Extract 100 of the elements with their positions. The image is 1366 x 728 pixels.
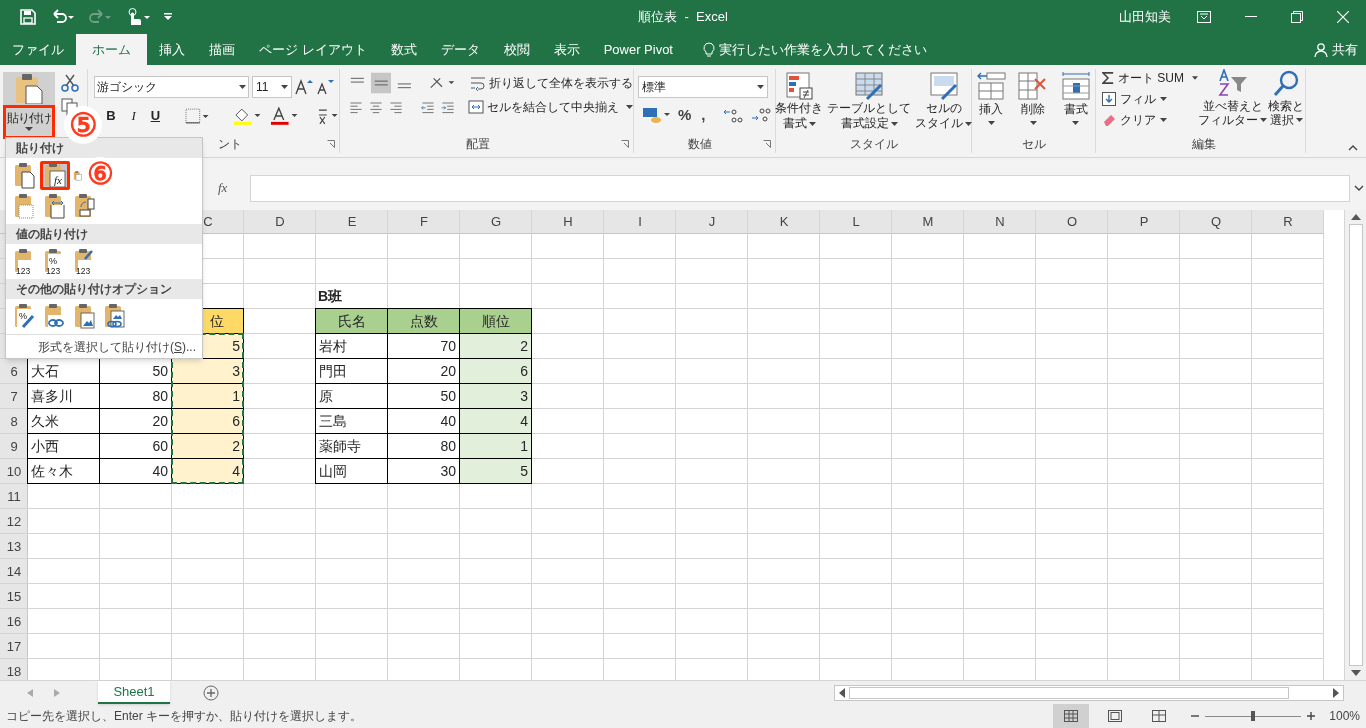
comma-button[interactable]: , [697,104,710,127]
row-header[interactable]: 10 [0,459,28,484]
increase-decimal-icon[interactable] [723,106,746,125]
insert-cells-button[interactable]: 挿入 [972,71,1011,125]
column-header[interactable]: J [676,210,748,234]
currency-icon[interactable] [642,106,672,125]
scroll-down-icon[interactable] [1350,670,1361,676]
font-size-field[interactable]: 11 [252,76,292,98]
collapse-ribbon-icon[interactable] [1348,145,1358,151]
column-header[interactable]: K [748,210,820,234]
conditional-format-button[interactable]: 条件付き 書式 [773,71,825,131]
fill-button[interactable]: フィル [1102,90,1198,108]
save-icon[interactable] [20,9,36,25]
scroll-left-icon[interactable] [839,687,845,698]
restore-icon[interactable] [1291,11,1303,23]
wrap-text-button[interactable]: 折り返して全体を表示する [470,74,633,92]
ribbon-tab[interactable]: ページ レイアウト [247,34,379,65]
close-icon[interactable] [1337,11,1349,23]
scissors-icon[interactable] [61,74,79,92]
format-as-table-button[interactable]: テーブルとして 書式設定 [825,71,913,131]
clear-button[interactable]: クリア [1102,111,1198,129]
column-header[interactable]: M [892,210,964,234]
ribbon-tab[interactable]: 校閲 [491,34,542,65]
column-header[interactable]: D [244,210,316,234]
row-header[interactable]: 17 [0,634,28,659]
zoom-out-icon[interactable] [1191,712,1200,720]
ribbon-display-icon[interactable] [1197,11,1211,23]
paste-special-item[interactable]: 形式を選択して貼り付け(S)... [6,334,202,358]
horizontal-scrollbar[interactable] [834,684,1344,701]
shrink-font-icon[interactable] [316,79,334,95]
ribbon-tab[interactable]: 描画 [197,34,247,65]
row-header[interactable]: 12 [0,509,28,534]
scroll-thumb[interactable] [1348,224,1363,666]
user-name[interactable]: 山田知美 [1119,7,1171,27]
formula-input[interactable] [250,174,1350,202]
column-header[interactable]: I [604,210,676,234]
sort-filter-button[interactable]: 並べ替えと フィルター [1198,69,1267,129]
customize-toolbar-icon[interactable] [164,13,172,21]
touch-mode-icon[interactable] [126,8,150,26]
row-header[interactable]: 18 [0,659,28,680]
sheet-tab[interactable]: Sheet1 [98,681,170,704]
row-header[interactable]: 6 [0,359,28,384]
autosum-button[interactable]: オート SUM [1102,69,1198,87]
paste-button[interactable]: 貼り付け [3,105,55,139]
find-select-button[interactable]: 検索と 選択 [1267,69,1305,129]
decrease-decimal-icon[interactable] [751,106,774,125]
delete-cells-button[interactable]: 削除 [1014,71,1053,125]
ribbon-tab[interactable]: 表示 [541,34,592,65]
share-button[interactable]: 共有 [1332,39,1358,60]
minimize-icon[interactable] [1245,16,1257,18]
column-header[interactable]: G [460,210,532,234]
row-header[interactable]: 9 [0,434,28,459]
format-cells-button[interactable]: 書式 [1056,71,1095,125]
italic-button[interactable]: I [127,106,140,126]
ribbon-tab[interactable]: 挿入 [147,34,197,65]
expand-formula-bar-icon[interactable] [1354,185,1364,191]
lightbulb-icon[interactable] [703,41,715,58]
add-sheet-icon[interactable] [203,684,219,701]
ribbon-tab[interactable]: Power Pivot [591,34,685,65]
ribbon-tab[interactable]: ホーム [76,34,147,65]
column-header[interactable]: N [964,210,1036,234]
borders-icon[interactable] [185,107,209,124]
percent-button[interactable]: % [678,104,692,127]
row-header[interactable]: 7 [0,384,28,409]
undo-icon[interactable] [50,9,74,25]
column-header[interactable]: P [1108,210,1180,234]
scroll-right-icon[interactable] [1333,687,1339,698]
dialog-launcher-icon[interactable] [621,140,629,148]
row-header[interactable]: 11 [0,484,28,509]
merge-center-button[interactable]: セルを結合して中央揃え [468,98,633,116]
scroll-thumb[interactable] [849,686,1289,699]
ribbon-tab[interactable]: ファイル [0,34,76,65]
fill-color-icon[interactable] [232,106,261,125]
zoom-in-icon[interactable] [1307,712,1316,720]
vertical-scrollbar[interactable] [1344,210,1366,680]
scroll-up-icon[interactable] [1350,214,1361,220]
tell-me-field[interactable]: 実行したい作業を入力してください [719,39,927,60]
person-icon[interactable] [1314,42,1328,57]
dialog-launcher-icon[interactable] [327,140,335,148]
column-header[interactable]: F [388,210,460,234]
number-format-field[interactable]: 標準 [638,76,768,98]
row-header[interactable]: 13 [0,534,28,559]
zoom-slider[interactable] [1205,711,1302,721]
row-header[interactable]: 8 [0,409,28,434]
ribbon-tab[interactable]: 数式 [378,34,429,65]
column-header[interactable]: E [316,210,388,234]
column-header[interactable]: Q [1180,210,1252,234]
function-button[interactable]: fx [218,178,242,198]
font-color-icon[interactable] [270,106,298,125]
row-header[interactable]: 14 [0,559,28,584]
row-header[interactable]: 15 [0,584,28,609]
normal-view-button[interactable] [1053,704,1090,728]
underline-button[interactable]: U [149,106,162,126]
bold-button[interactable]: B [104,106,118,126]
dialog-launcher-icon[interactable] [763,140,771,148]
column-header[interactable]: O [1036,210,1108,234]
ribbon-tab[interactable]: データ [428,34,492,65]
font-name-field[interactable]: 游ゴシック [94,76,249,98]
grow-font-icon[interactable] [295,79,313,95]
column-header[interactable]: H [532,210,604,234]
